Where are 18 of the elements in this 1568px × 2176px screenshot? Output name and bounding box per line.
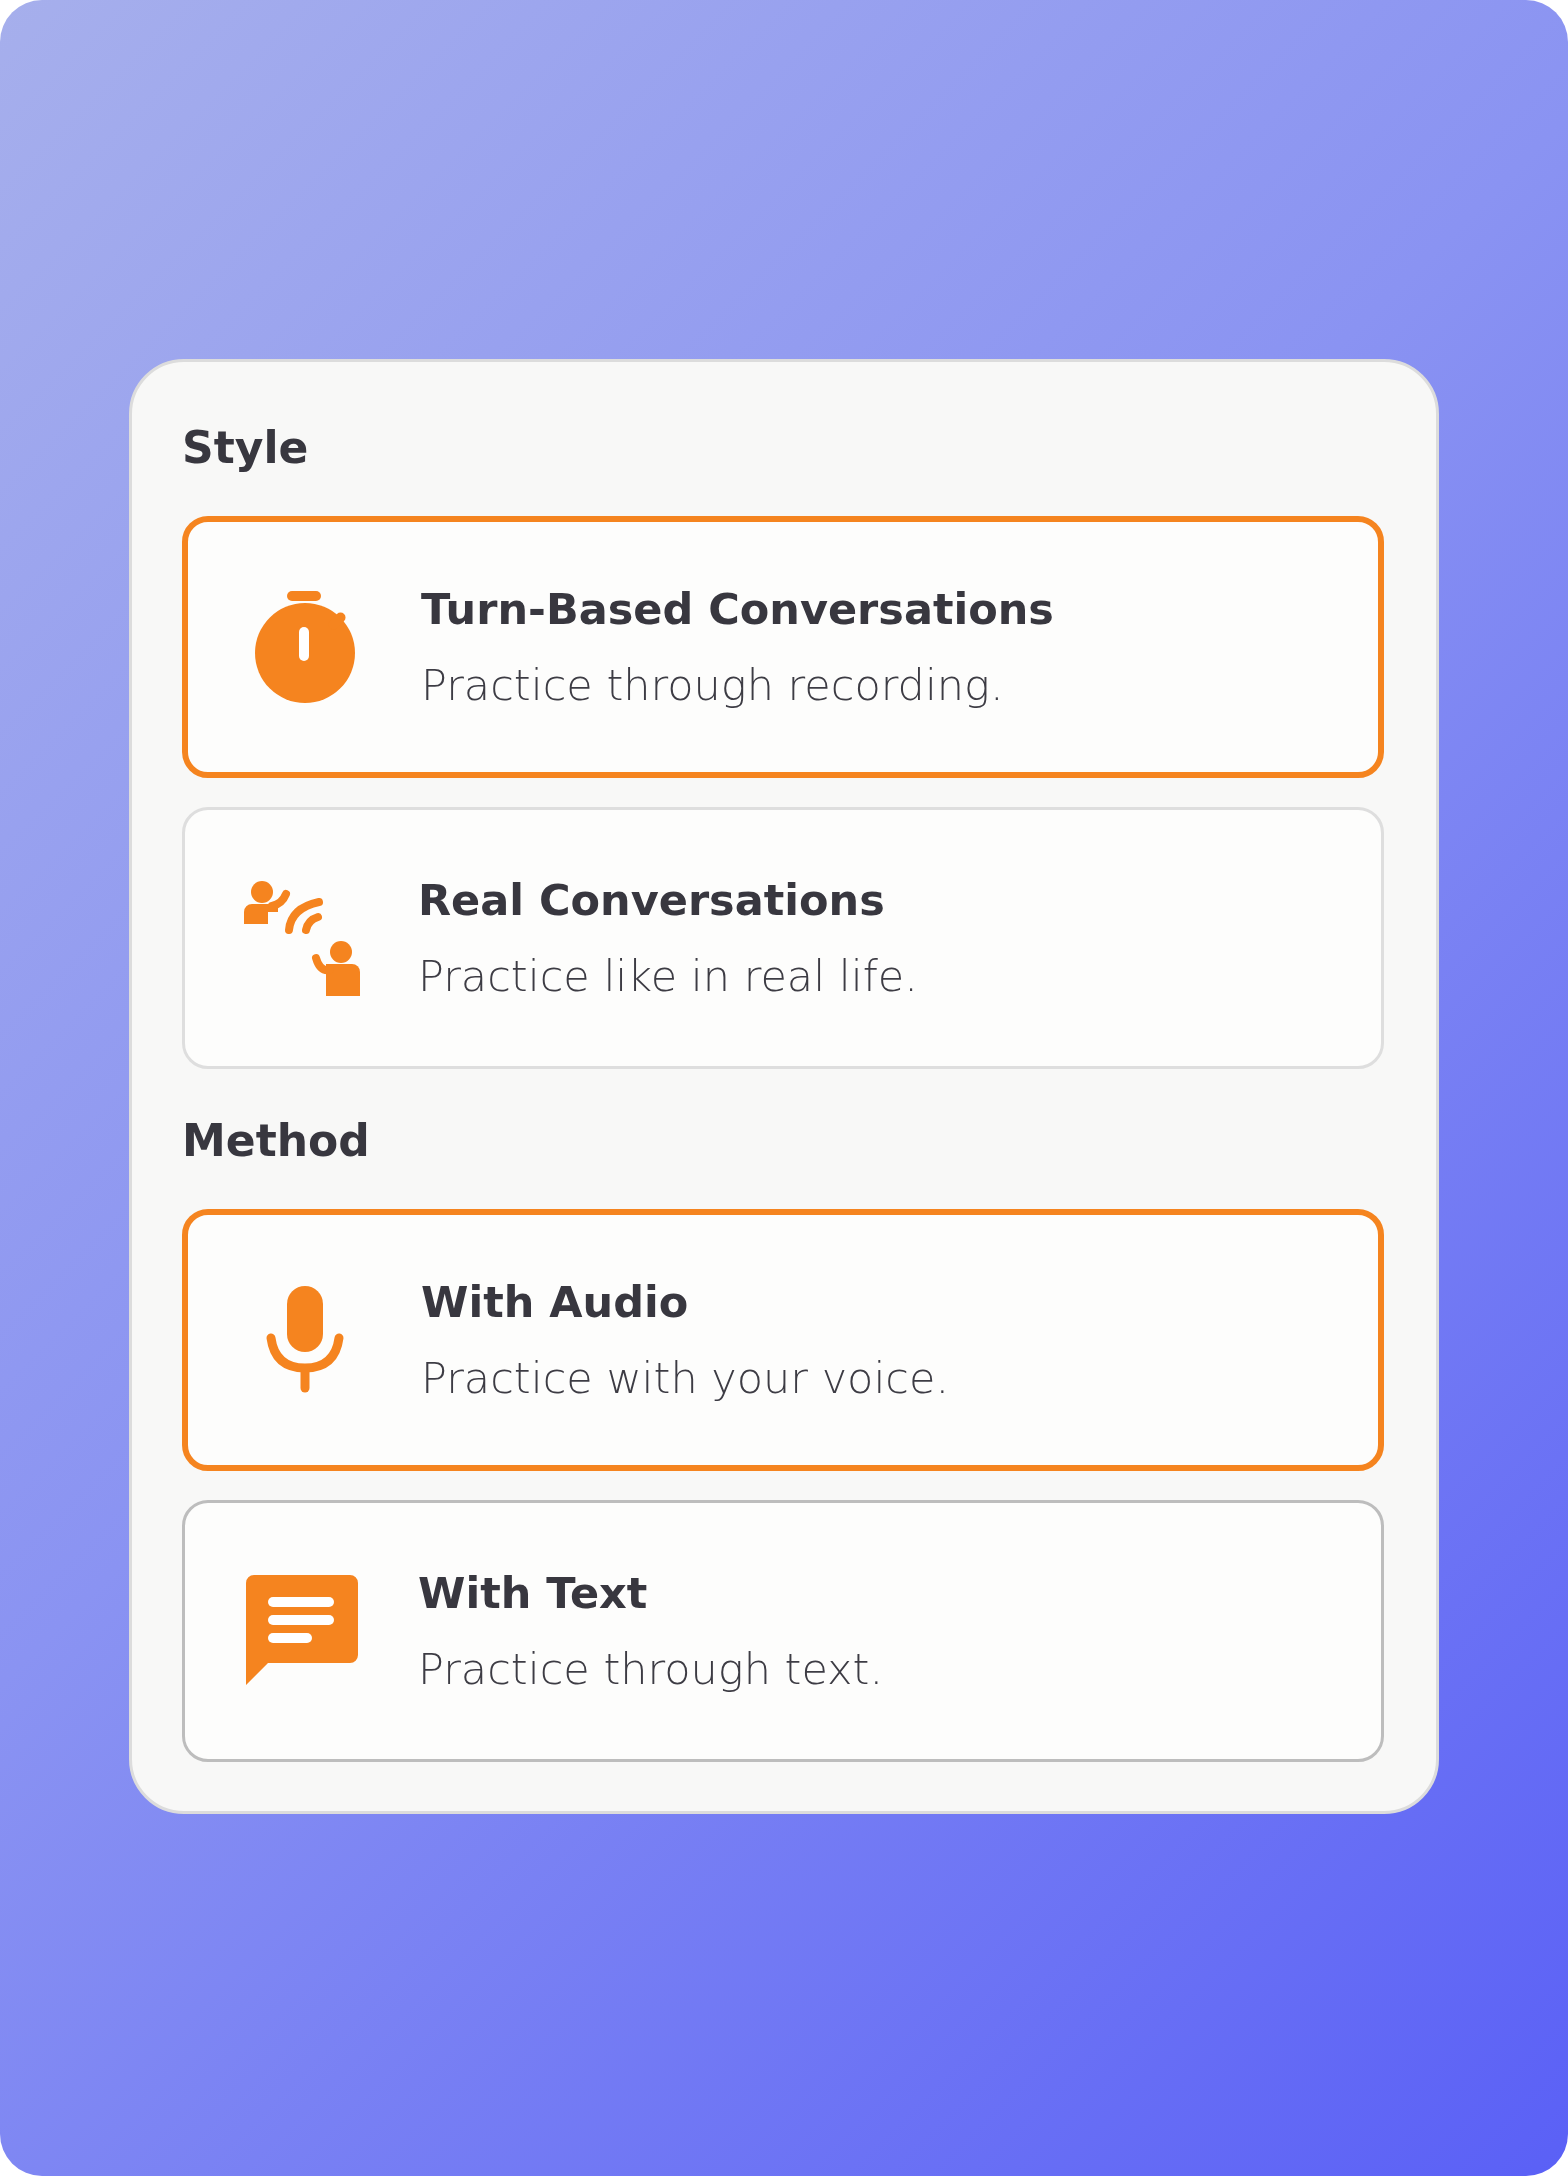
section-heading: Style (182, 421, 310, 475)
option-description: Practice through text. (418, 1643, 884, 1696)
option-title: With Audio (421, 1276, 690, 1329)
option-card[interactable]: With Audio Practice with your voice. (182, 1209, 1384, 1471)
microphone-icon (264, 1286, 345, 1394)
option-description: Practice through recording. (421, 659, 1005, 712)
option-description: Practice with your voice. (421, 1352, 950, 1405)
people-talking-icon (243, 880, 360, 996)
option-description: Practice like in real life. (418, 950, 918, 1003)
option-card[interactable]: Real Conversations Practice like in real life. (182, 807, 1384, 1069)
option-card[interactable]: With Text Practice through text. (182, 1500, 1384, 1762)
stopwatch-icon (252, 589, 357, 705)
option-title: Turn-Based Conversations (421, 583, 1054, 636)
option-card[interactable]: Turn-Based Conversations Practice through recording. (182, 516, 1384, 778)
chat-message-icon (245, 1575, 358, 1687)
option-title: With Text (418, 1567, 649, 1620)
section-heading: Method (182, 1114, 371, 1168)
option-title: Real Conversations (418, 874, 886, 927)
